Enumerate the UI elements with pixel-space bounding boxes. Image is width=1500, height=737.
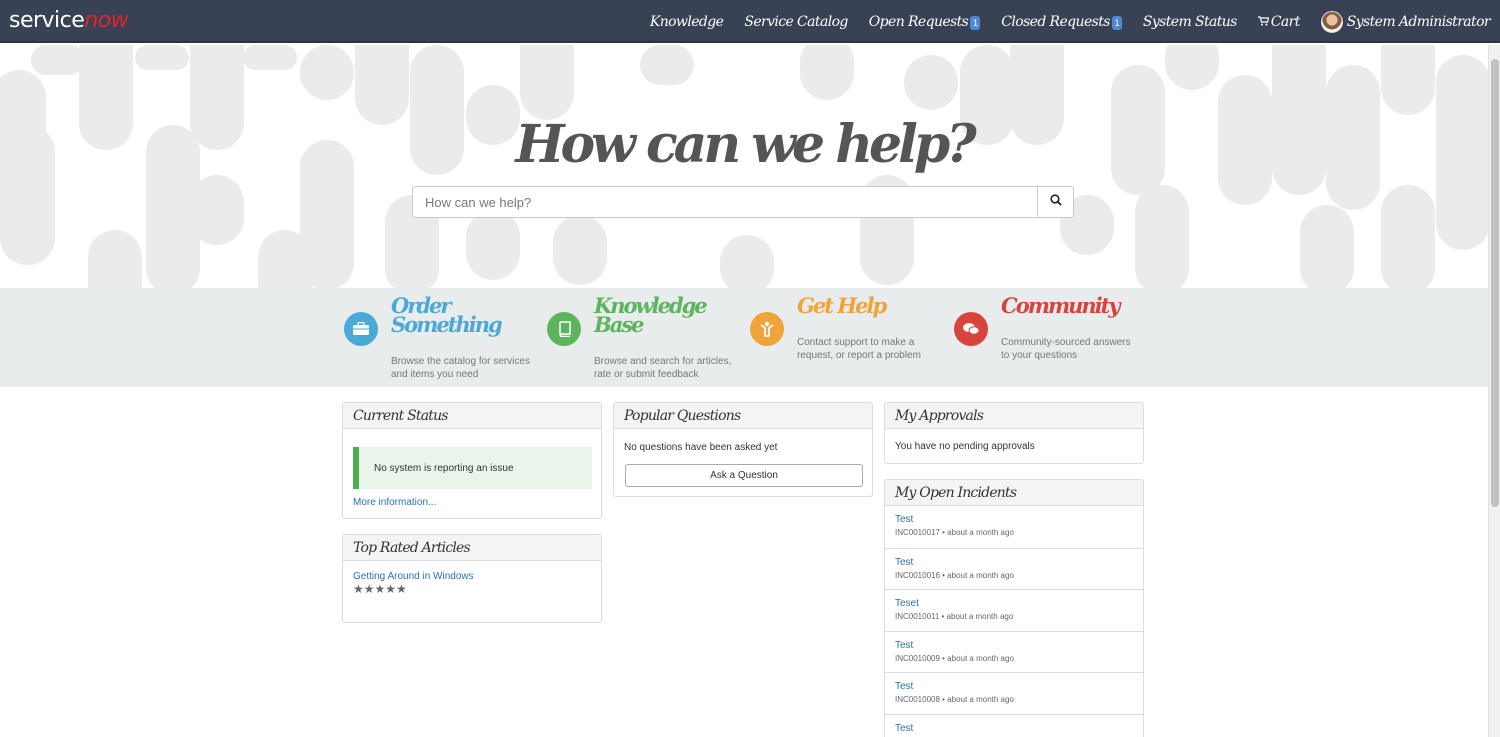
top-rated-heading: Top Rated Articles	[343, 535, 601, 561]
nav-knowledge[interactable]: Knowledge	[649, 13, 724, 30]
nav-cart[interactable]: Cart	[1257, 13, 1301, 30]
nav-system-status[interactable]: System Status	[1142, 13, 1238, 30]
user-name: System Administrator	[1346, 13, 1491, 30]
order-something-title: Order Something	[391, 293, 503, 337]
order-something-desc: Browse the catalog for services and item…	[391, 356, 530, 380]
nav-knowledge-label: Knowledge	[649, 13, 724, 30]
help-person-icon	[750, 312, 784, 346]
nav-system-status-label: System Status	[1142, 13, 1238, 30]
incident-item[interactable]: Test INC0010008 • about a month ago	[885, 672, 1143, 714]
knowledge-base-desc: Browse and search for articles, rate or …	[594, 356, 732, 380]
nav-open-requests[interactable]: Open Requests 1	[868, 13, 981, 30]
closed-requests-badge: 1	[1111, 16, 1122, 30]
quick-links-band: Order Something Browse the catalog for s…	[0, 288, 1488, 387]
community-desc: Community-sourced answers to your questi…	[1001, 337, 1131, 361]
bg-pattern-pill	[1381, 45, 1435, 115]
nav-open-requests-label: Open Requests	[868, 13, 969, 30]
community-title: Community	[1001, 293, 1121, 318]
knowledge-base-title: Knowledge Base	[594, 293, 708, 337]
more-information-link[interactable]: More information...	[353, 497, 436, 508]
bg-pattern-pill	[1381, 185, 1435, 288]
nav-service-catalog[interactable]: Service Catalog	[744, 13, 848, 30]
search-bar	[412, 186, 1074, 218]
incident-meta: INC0010017 • about a month ago	[895, 528, 1014, 537]
logo-text-service: service	[9, 8, 85, 33]
nav-user-menu[interactable]: System Administrator	[1320, 10, 1491, 33]
bg-pattern-pill	[243, 45, 297, 70]
status-message: No system is reporting an issue	[374, 462, 514, 474]
top-rated-articles-panel: Top Rated Articles Getting Around in Win…	[342, 534, 602, 623]
bg-pattern-pill	[300, 45, 354, 100]
get-help-title: Get Help	[797, 293, 887, 318]
top-navbar: servicenow Knowledge Service Catalog Ope…	[0, 0, 1500, 43]
incident-item[interactable]: Teset INC0010011 • about a month ago	[885, 589, 1143, 631]
bg-pattern-pill	[553, 215, 607, 285]
popular-questions-panel: Popular Questions No questions have been…	[613, 402, 873, 497]
nav-cart-label: Cart	[1270, 13, 1301, 30]
bg-pattern-pill	[720, 235, 774, 288]
incident-item[interactable]: Test	[885, 713, 1143, 737]
page-scrollbar[interactable]	[1488, 45, 1500, 737]
nav-closed-requests[interactable]: Closed Requests 1	[1001, 13, 1122, 30]
status-alert: No system is reporting an issue	[353, 447, 592, 489]
bg-pattern-pill	[800, 45, 854, 100]
scrollbar-thumb[interactable]	[1491, 59, 1499, 507]
ask-question-button[interactable]: Ask a Question	[625, 464, 863, 487]
logo-text-now: now	[84, 8, 129, 33]
open-requests-badge: 1	[970, 16, 981, 30]
incident-title[interactable]: Test	[895, 723, 1133, 734]
my-open-incidents-panel: My Open Incidents Test INC0010017 • abou…	[884, 479, 1144, 737]
nav-service-catalog-label: Service Catalog	[744, 13, 848, 30]
incident-meta: INC0010008 • about a month ago	[895, 695, 1014, 704]
incident-title[interactable]: Teset	[895, 598, 1133, 609]
incident-list: Test INC0010017 • about a month ago Test…	[885, 506, 1143, 737]
bg-pattern-pill	[355, 45, 409, 125]
incident-title[interactable]: Test	[895, 681, 1133, 692]
bg-pattern-pill	[1165, 45, 1219, 90]
briefcase-icon	[344, 312, 378, 346]
no-questions-text: No questions have been asked yet	[624, 442, 778, 453]
chat-bubbles-icon	[954, 312, 988, 346]
get-help-desc: Contact support to make a request, or re…	[797, 337, 921, 361]
nav-closed-requests-label: Closed Requests	[1001, 13, 1110, 30]
search-icon	[1049, 193, 1062, 211]
article-link[interactable]: Getting Around in Windows	[353, 571, 591, 582]
popular-questions-heading: Popular Questions	[614, 403, 872, 429]
rating-stars: ★★★★★	[353, 582, 407, 596]
servicenow-logo[interactable]: servicenow	[9, 8, 129, 34]
search-button[interactable]	[1037, 187, 1073, 217]
hero-banner: How can we help?	[0, 45, 1488, 288]
bg-pattern-pill	[135, 45, 189, 70]
bg-pattern-pill	[520, 45, 574, 120]
incident-meta: INC0010009 • about a month ago	[895, 653, 1014, 663]
search-input[interactable]	[413, 187, 1037, 217]
incident-item[interactable]: Test INC0010017 • about a month ago	[885, 506, 1143, 548]
hero-heading: How can we help?	[515, 114, 976, 175]
book-icon	[547, 312, 581, 346]
incident-title[interactable]: Test	[895, 514, 1133, 525]
nav-menu: Knowledge Service Catalog Open Requests 1…	[649, 0, 1491, 43]
bg-pattern-pill	[31, 45, 85, 75]
current-status-heading: Current Status	[343, 403, 601, 429]
user-avatar	[1320, 10, 1343, 33]
my-open-incidents-heading: My Open Incidents	[885, 480, 1143, 506]
incident-meta: INC0010016 • about a month ago	[895, 570, 1014, 580]
bg-pattern-pill	[88, 230, 142, 288]
my-approvals-panel: My Approvals You have no pending approva…	[884, 402, 1144, 464]
my-approvals-heading: My Approvals	[885, 403, 1143, 429]
current-status-panel: Current Status No system is reporting an…	[342, 402, 602, 519]
bg-pattern-pill	[640, 45, 694, 85]
incident-title[interactable]: Test	[895, 640, 1133, 651]
incident-item[interactable]: Test INC0010009 • about a month ago	[885, 630, 1143, 673]
no-approvals-text: You have no pending approvals	[895, 441, 1035, 452]
bg-pattern-pill	[904, 55, 958, 110]
cart-icon	[1257, 15, 1270, 29]
incident-item[interactable]: Test INC0010016 • about a month ago	[885, 547, 1143, 590]
bg-pattern-pill	[1135, 185, 1189, 288]
incident-title[interactable]: Test	[895, 557, 1133, 568]
incident-meta: INC0010011 • about a month ago	[895, 612, 1014, 621]
bg-pattern-pill	[1300, 205, 1354, 288]
bg-pattern-pill	[466, 210, 520, 280]
